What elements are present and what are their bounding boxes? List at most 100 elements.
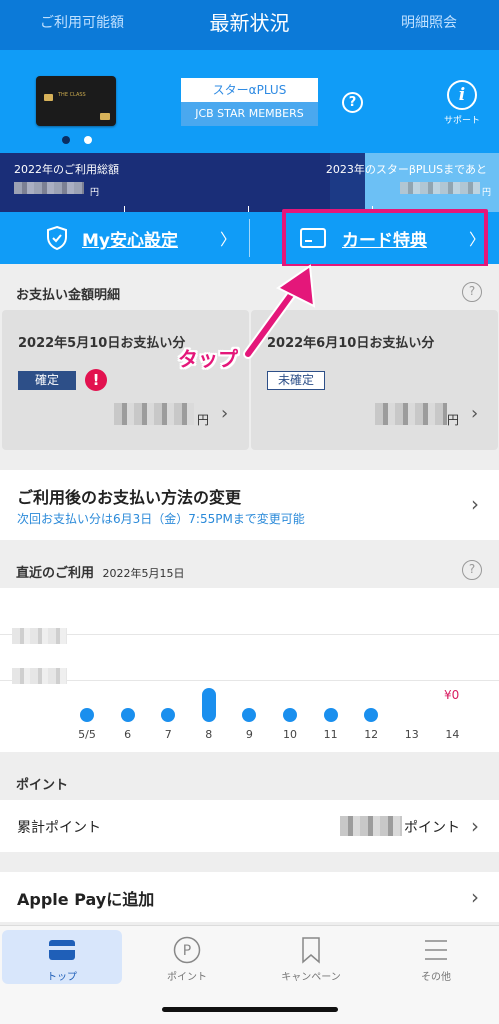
payment-unit: 円 [197,413,210,427]
card-panel: THE CLASS スターαPLUS JCB STAR MEMBERS [0,50,499,153]
card-chip [44,94,53,101]
usage-summary: 2022年のご利用総額 円 2023年のスターβPLUSまであと 円 [0,153,499,212]
day-marker[interactable] [161,708,176,722]
shield-icon [47,225,67,251]
points-icon: P [173,936,201,964]
status-badge-unconfirmed: 未確定 [267,371,325,390]
card-face-text: THE CLASS [58,92,86,98]
day-label: 10 [283,728,297,741]
support-label: サポート [443,116,480,126]
apple-pay-row[interactable]: Apple Payに追加 › [0,872,499,922]
highlight-box [282,209,488,268]
total-usage-value-blurred [14,182,84,194]
day-label: 13 [404,728,419,741]
total-usage-label: 2022年のご利用総額 [14,163,119,176]
day-marker[interactable] [242,708,257,722]
payment-change-note: 次回お支払い分は6月3日（金）7:55PMまで変更可能 [17,512,305,526]
points-header: ポイント [0,765,499,798]
scale-value-blurred [12,668,67,684]
nav-label: ポイント [167,972,207,983]
info-icon: i [447,80,477,110]
security-settings-button[interactable]: My安心設定 〉 [0,212,249,264]
help-icon[interactable]: ? [462,282,482,302]
chevron-right-icon: › [471,885,479,909]
program-name: JCB STAR MEMBERS [181,102,318,126]
points-row[interactable]: 累計ポイント ポイント › [0,800,499,852]
day-amount: ¥0 [444,688,460,702]
points-title: ポイント [16,778,69,793]
points-unit: ポイント [404,820,460,836]
nav-label: その他 [421,972,451,983]
payment-method-change[interactable]: ご利用後のお支払い方法の変更 次回お支払い分は6月3日（金）7:55PMまで変更… [0,470,499,540]
day-label: 14 [445,728,460,741]
next-rank-unit: 円 [482,188,492,198]
scale-value-blurred [12,628,67,644]
gridline [0,680,499,681]
plan-badge: スターαPLUS JCB STAR MEMBERS [181,78,318,126]
tap-annotation: タップ [178,347,238,371]
chevron-right-icon: › [471,492,479,516]
payment-card-may[interactable]: 2022年5月10日お支払い分 確定 ! 円 › [2,310,249,450]
day-label: 8 [205,728,213,741]
day-label: 6 [124,728,132,741]
day-marker[interactable] [120,708,135,722]
security-settings-label: My安心設定 [82,231,178,251]
recent-usage-date: 2022年5月15日 [102,567,185,580]
svg-text:P: P [183,943,191,959]
day-label: 12 [364,728,379,741]
day-marker[interactable] [364,708,379,722]
status-badge-confirmed: 確定 [18,371,76,390]
nav-label: トップ [47,972,77,983]
day-label: 7 [164,728,172,741]
points-label: 累計ポイント [17,820,101,836]
carousel-dot-1[interactable] [62,136,70,144]
gridline [0,634,499,635]
payment-date: 2022年5月10日お支払い分 [18,336,186,351]
carousel-dot-2[interactable] [84,136,92,144]
credit-card-image[interactable]: THE CLASS [36,76,116,126]
payment-amount-blurred [375,403,447,425]
recent-usage-title-text: 直近のご利用 [16,566,95,581]
points-value-blurred [340,816,402,836]
nav-campaign[interactable]: キャンペーン [251,930,371,984]
chevron-right-icon: 〉 [220,230,237,249]
payment-unit: 円 [447,413,460,427]
recent-usage-header: 直近のご利用 2022年5月15日 ? [0,545,499,588]
help-icon[interactable]: ? [462,560,482,580]
alert-icon: ! [85,369,107,391]
payment-amount-blurred [114,403,194,425]
recent-usage-title: 直近のご利用 2022年5月15日 [16,562,185,581]
card-brand-mark [100,113,110,120]
tab-statement[interactable]: 明細照会 [401,0,457,50]
chevron-right-icon: › [471,814,479,838]
home-indicator [162,1007,338,1012]
top-nav: ご利用可能額 最新状況 明細照会 [0,0,499,50]
day-label: 5/5 [78,728,96,741]
plan-name: スターαPLUS [181,78,318,102]
apple-pay-label: Apple Payに追加 [17,890,155,909]
nav-points[interactable]: P ポイント [127,930,247,984]
nav-label: キャンペーン [281,972,341,983]
chevron-right-icon: › [221,403,229,424]
day-marker[interactable] [80,708,94,722]
day-label: 9 [245,728,253,741]
day-marker[interactable] [283,708,297,722]
bookmark-icon [302,937,320,964]
payment-change-title: ご利用後のお支払い方法の変更 [17,488,242,507]
total-usage-unit: 円 [90,188,100,198]
payment-details-title: お支払い金額明細 [16,288,121,303]
day-label: 11 [323,728,338,741]
nav-other[interactable]: その他 [376,930,496,984]
next-rank-label: 2023年のスターβPLUSまであと [325,163,487,176]
tap-arrow-icon [243,264,316,359]
next-rank-value-blurred [400,182,480,194]
chevron-right-icon: › [471,403,479,424]
day-marker[interactable] [323,708,338,722]
support-button[interactable]: i サポート [436,80,488,126]
menu-icon [425,940,447,960]
nav-top[interactable]: トップ [2,930,122,984]
card-icon [49,940,75,960]
plan-help-icon[interactable]: ? [342,92,363,113]
day-marker-selected[interactable] [201,688,216,722]
recent-usage-graph: ¥0 5/5 6 7 8 9 10 11 12 13 14 [0,588,499,752]
